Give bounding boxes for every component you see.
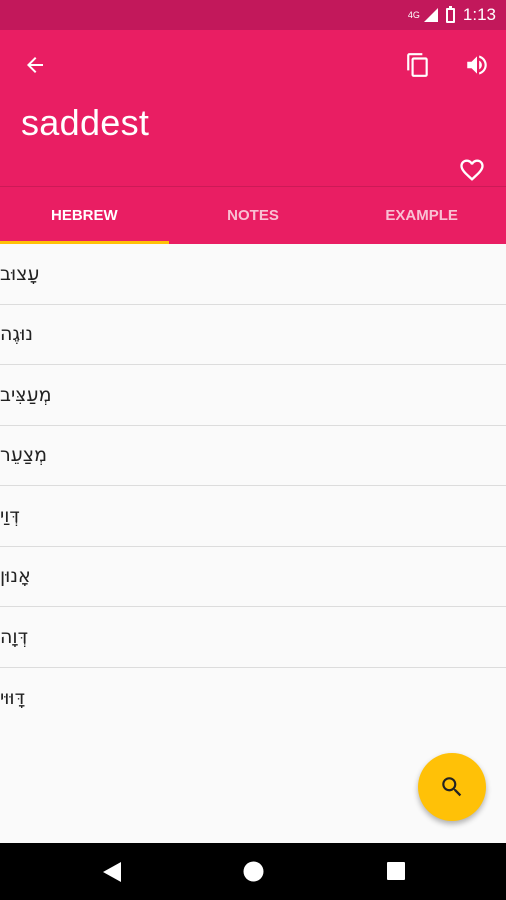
tab-example[interactable]: EXAMPLE: [337, 187, 506, 244]
list-item[interactable]: דְּוָה: [0, 607, 506, 668]
speak-button[interactable]: [457, 45, 497, 85]
favorite-button[interactable]: [452, 150, 492, 190]
tab-bar: HEBREW NOTES EXAMPLE: [0, 186, 506, 244]
status-bar: 4G 1:13: [0, 0, 506, 30]
volume-up-icon: [467, 55, 487, 75]
list-item[interactable]: מְצַעֵר: [0, 426, 506, 486]
battery-icon: [445, 5, 455, 23]
triangle-back-icon: [103, 862, 121, 882]
back-button[interactable]: [15, 45, 55, 85]
tab-notes[interactable]: NOTES: [169, 187, 338, 244]
nav-home-button[interactable]: [243, 861, 264, 882]
tab-hebrew[interactable]: HEBREW: [0, 187, 169, 244]
translation-list: עָצוּב נוּגֶה מְעַצִּיב מְצַעֵר דְּוַי א…: [0, 244, 506, 728]
square-recents-icon: [387, 862, 405, 880]
nav-back-button[interactable]: [102, 861, 122, 883]
list-item[interactable]: עָצוּב: [0, 244, 506, 305]
nav-recents-button[interactable]: [386, 861, 406, 881]
circle-home-icon: [243, 861, 264, 882]
search-fab[interactable]: [418, 753, 486, 821]
heart-outline-icon: [460, 159, 484, 181]
clock: 1:13: [462, 5, 496, 24]
list-item[interactable]: דְּוַי: [0, 486, 506, 547]
list-item[interactable]: מְעַצִּיב: [0, 365, 506, 426]
network-label: 4G: [407, 10, 420, 20]
copy-button[interactable]: [398, 45, 438, 85]
list-item[interactable]: נוּגֶה: [0, 305, 506, 365]
system-nav-bar: [0, 843, 506, 900]
network-indicator: 4G: [408, 10, 420, 20]
arrow-back-icon: [27, 57, 43, 73]
copy-icon: [407, 53, 428, 77]
list-item[interactable]: דָּוּוּי: [0, 668, 506, 729]
word-title: saddest: [21, 102, 150, 143]
app-bar: saddest: [0, 30, 506, 186]
search-icon: [442, 777, 462, 797]
list-item[interactable]: אָנוּן: [0, 547, 506, 607]
signal-icon: [423, 8, 438, 22]
